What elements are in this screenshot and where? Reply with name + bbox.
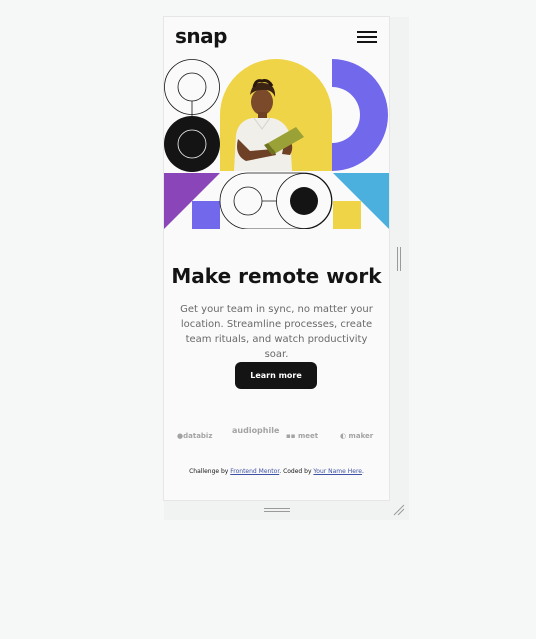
snap-logo[interactable]: snap	[175, 24, 227, 48]
attribution-middle: . Coded by	[279, 468, 314, 475]
client-logo-meet: ▪▪ meet	[286, 432, 319, 440]
hero-illustration	[164, 59, 389, 229]
yellow-square	[333, 201, 361, 229]
outline-circle-top-inner	[177, 72, 207, 102]
blue-half-ring	[332, 59, 388, 171]
client-logos: ●databiz audiophile ▪▪ meet ◐ maker	[174, 426, 379, 447]
author-link[interactable]: Your Name Here	[313, 468, 362, 475]
client-logo-audiophile: audiophile	[232, 426, 280, 435]
frontend-mentor-link[interactable]: Frontend Mentor	[230, 468, 279, 475]
resize-corner-icon[interactable]	[393, 504, 405, 516]
mobile-viewport: snap Make remote work Get your team in s…	[164, 17, 389, 500]
footer-attribution: Challenge by Frontend Mentor. Coded by Y…	[164, 468, 389, 475]
pill-left-circle	[233, 186, 263, 216]
bottom-resize-handle[interactable]	[264, 508, 290, 513]
maker-icon: ◐	[340, 432, 349, 440]
attribution-prefix: Challenge by	[189, 468, 231, 475]
client-logo-maker: ◐ maker	[340, 432, 374, 440]
hamburger-menu-icon[interactable]	[357, 30, 377, 44]
attribution-suffix: .	[361, 468, 364, 475]
black-circle	[164, 116, 220, 172]
blue-square	[192, 201, 220, 229]
page-title: Make remote work	[171, 264, 382, 288]
side-resize-handle[interactable]	[397, 247, 402, 271]
learn-more-button[interactable]: Learn more	[235, 362, 317, 389]
hero-description: Get your team in sync, no matter your lo…	[180, 304, 373, 360]
client-logo-databiz: ●databiz	[177, 432, 213, 440]
pill-right-dot	[290, 187, 318, 215]
device-frame: snap Make remote work Get your team in s…	[164, 17, 409, 520]
meet-icon: ▪▪	[286, 432, 298, 440]
